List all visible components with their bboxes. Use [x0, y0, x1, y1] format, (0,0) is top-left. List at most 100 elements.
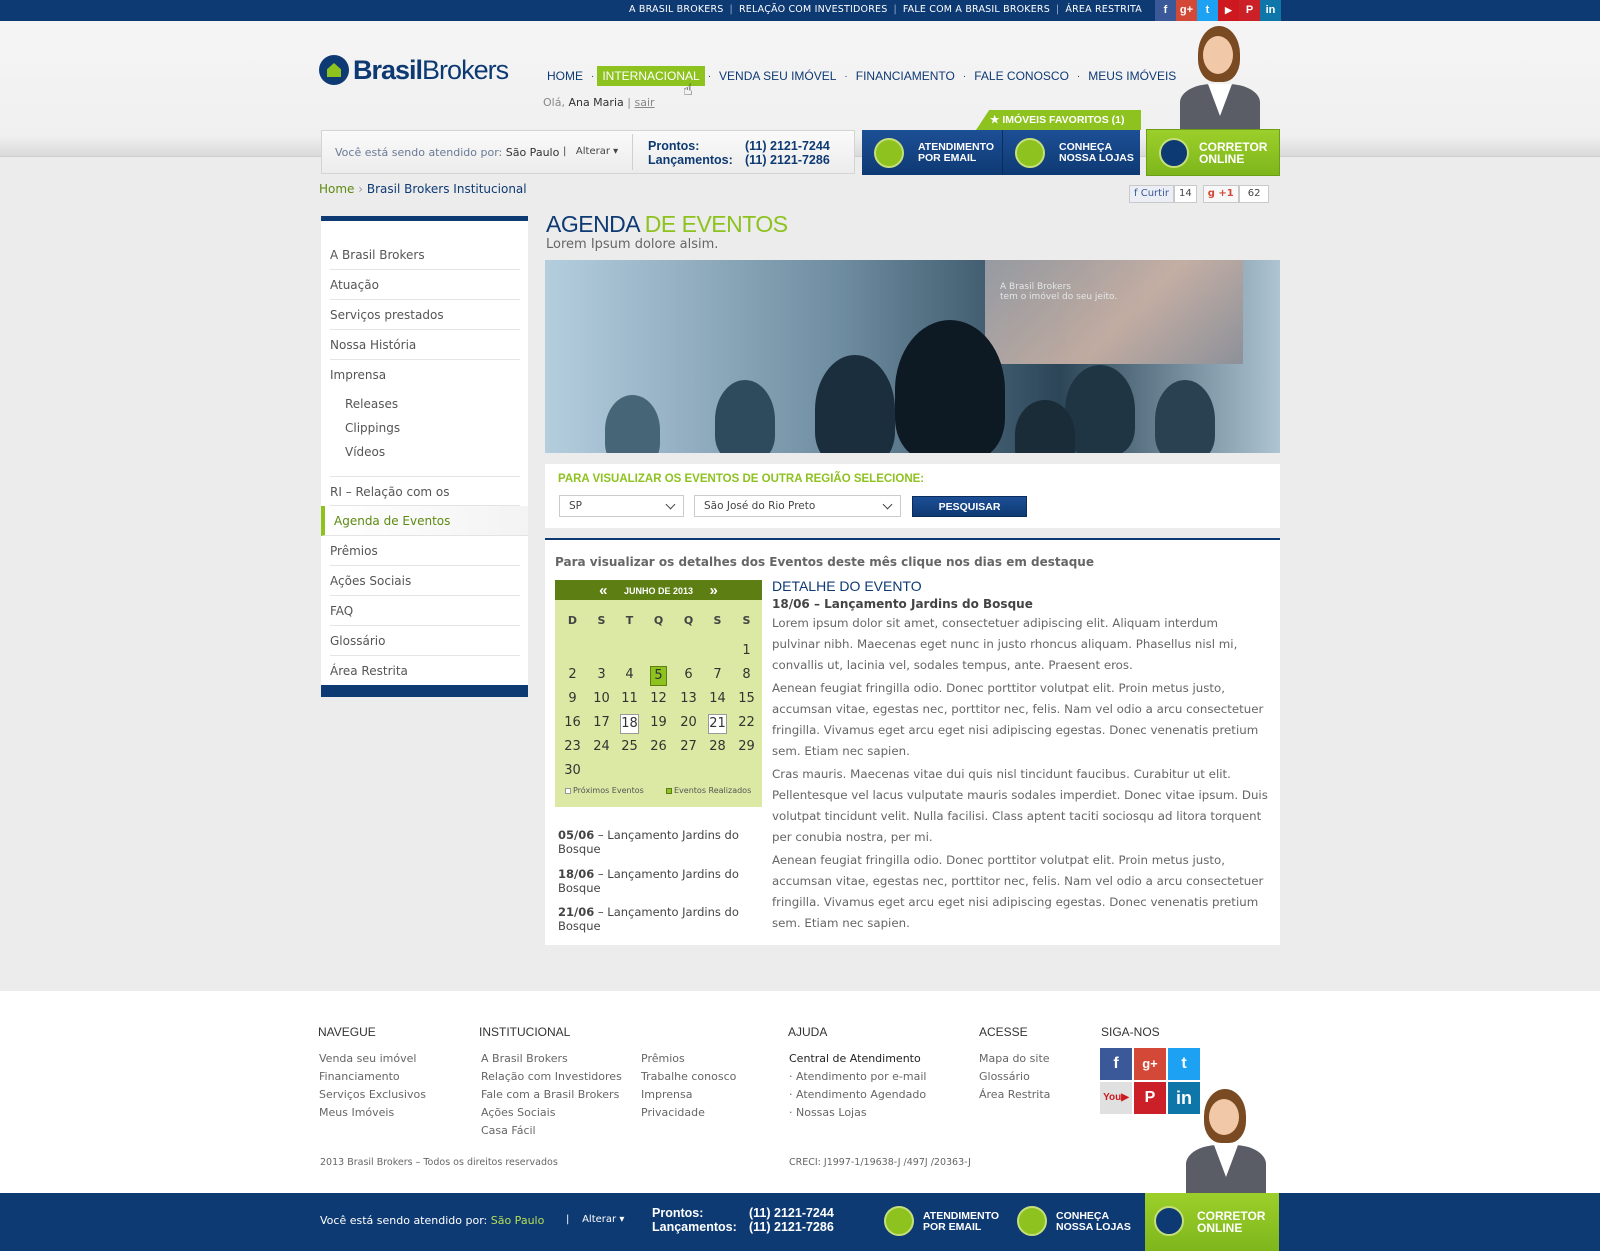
sidebar-item-acoes-sociais[interactable]: Ações Sociais: [330, 566, 520, 596]
assistant-avatar: [1172, 22, 1272, 130]
sidebar-item-servicos[interactable]: Serviços prestados: [330, 300, 520, 330]
sidebar-item-a-brasil-brokers[interactable]: A Brasil Brokers: [330, 240, 520, 270]
footer-link[interactable]: Central de Atendimento: [789, 1050, 926, 1068]
nav-meus-imoveis[interactable]: MEUS IMÓVEIS: [1083, 66, 1181, 86]
sidebar-subitem-releases[interactable]: Releases: [345, 392, 398, 416]
bottom-change-city-dropdown[interactable]: | Alterar ▾: [566, 1214, 624, 1225]
sidebar-item-historia[interactable]: Nossa História: [330, 330, 520, 360]
sidebar-item-imprensa[interactable]: Imprensa: [330, 360, 520, 390]
prontos-phone[interactable]: (11) 2121-7244: [745, 139, 830, 153]
brand-logo[interactable]: Brasil Brokers: [319, 54, 509, 86]
favorites-tab[interactable]: ★ IMÓVEIS FAVORITOS (1): [976, 110, 1141, 130]
footer-link[interactable]: Glossário: [979, 1068, 1050, 1086]
footer-link[interactable]: A Brasil Brokers: [481, 1050, 622, 1068]
envelope-icon: [884, 1206, 914, 1236]
event-list-item[interactable]: 05/06 – Lançamento Jardins do Bosque: [558, 828, 753, 856]
pinterest-icon[interactable]: P: [1134, 1082, 1166, 1114]
nav-financiamento[interactable]: FINANCIAMENTO: [851, 66, 960, 86]
sidebar-subitem-clippings[interactable]: Clippings: [345, 416, 400, 440]
state-select[interactable]: SP: [559, 495, 684, 517]
google-plus-icon[interactable]: g+: [1134, 1048, 1166, 1080]
footer-link[interactable]: Serviços Exclusivos: [319, 1086, 426, 1104]
nav-fale-conosco[interactable]: FALE CONOSCO: [969, 66, 1074, 86]
footer-link[interactable]: Mapa do site: [979, 1050, 1050, 1068]
assistant-avatar: [1178, 1085, 1278, 1193]
calendar-day-upcoming[interactable]: 21: [703, 714, 732, 734]
footer-link[interactable]: Venda seu imóvel: [319, 1050, 426, 1068]
change-city-dropdown[interactable]: | Alterar ▾: [563, 146, 618, 157]
bottom-phones-block: Prontos: (11) 2121-7244 Lançamentos: (11) …: [652, 1206, 834, 1234]
event-detail-paragraph: Aenean feugiat fringilla odio. Donec por…: [772, 853, 1264, 930]
footer-link[interactable]: Ações Sociais: [481, 1104, 622, 1122]
event-list-item[interactable]: 21/06 – Lançamento Jardins do Bosque: [558, 905, 753, 933]
top-link-investidores[interactable]: RELAÇÃO COM INVESTIDORES: [739, 4, 888, 15]
sidebar-item-premios[interactable]: Prêmios: [330, 536, 520, 566]
calendar-prev-icon[interactable]: «: [599, 582, 607, 599]
online-broker-button[interactable]: CORRETOR ONLINE: [1146, 129, 1280, 176]
calendar-day: 17: [593, 715, 610, 730]
logout-link[interactable]: sair: [634, 96, 654, 109]
footer-link[interactable]: · Atendimento por e-mail: [789, 1068, 926, 1086]
sidebar-item-atuacao[interactable]: Atuação: [330, 270, 520, 300]
twitter-icon[interactable]: t: [1168, 1048, 1200, 1080]
sidebar-item-agenda-eventos[interactable]: Agenda de Eventos: [321, 506, 528, 536]
youtube-icon[interactable]: You▶: [1100, 1082, 1132, 1114]
footer-link[interactable]: Imprensa: [641, 1086, 736, 1104]
copyright: 2013 Brasil Brokers – Todos os direitos …: [320, 1157, 558, 1168]
sidebar-item-ri[interactable]: RI – Relação com os Investidores: [330, 476, 520, 529]
email-support-button[interactable]: ATENDIMENTO POR EMAIL: [862, 130, 1003, 175]
footer-link[interactable]: Área Restrita: [979, 1086, 1050, 1104]
facebook-icon[interactable]: f: [1100, 1048, 1132, 1080]
calendar-weekday: S: [597, 614, 606, 627]
stores-button[interactable]: CONHEÇA NOSSA LOJAS: [1003, 130, 1140, 175]
sidebar-item-faq[interactable]: FAQ: [330, 596, 520, 626]
footer-link[interactable]: Prêmios: [641, 1050, 736, 1068]
lancamentos-phone[interactable]: (11) 2121-7286: [749, 1220, 834, 1234]
pinterest-icon[interactable]: P: [1239, 0, 1260, 21]
sidebar-item-glossario[interactable]: Glossário: [330, 626, 520, 656]
google-plus-button[interactable]: g +1: [1202, 185, 1239, 203]
twitter-icon[interactable]: t: [1197, 0, 1218, 21]
calendar-next-icon[interactable]: »: [710, 582, 718, 599]
calendar-day-realized[interactable]: 5: [644, 666, 673, 686]
top-link-fale[interactable]: FALE COM A BRASIL BROKERS: [903, 4, 1050, 15]
top-link-brasil-brokers[interactable]: A BRASIL BROKERS: [629, 4, 724, 15]
breadcrumb-home[interactable]: Home: [319, 182, 354, 196]
event-list-item[interactable]: 18/06 – Lançamento Jardins do Bosque: [558, 867, 753, 895]
realized-legend-swatch: [666, 787, 672, 794]
search-button[interactable]: PESQUISAR: [912, 496, 1027, 517]
sidebar-item-area-restrita[interactable]: Área Restrita: [330, 656, 520, 686]
footer-link[interactable]: · Nossas Lojas: [789, 1104, 926, 1122]
map-pin-icon: [1015, 138, 1045, 168]
calendar-day: 28: [709, 739, 726, 754]
facebook-like-button[interactable]: f Curtir: [1129, 185, 1174, 203]
bottom-stores-button[interactable]: CONHEÇA NOSSA LOJAS: [1006, 1197, 1140, 1245]
sidebar-subitem-videos[interactable]: Vídeos: [345, 440, 385, 464]
footer-link[interactable]: Fale com a Brasil Brokers: [481, 1086, 622, 1104]
footer-link[interactable]: Meus Imóveis: [319, 1104, 426, 1122]
linkedin-icon[interactable]: in: [1260, 0, 1281, 21]
footer-link[interactable]: Financiamento: [319, 1068, 426, 1086]
footer-link[interactable]: Relação com Investidores: [481, 1068, 622, 1086]
bottom-service-city: São Paulo: [490, 1214, 545, 1227]
city-select[interactable]: São José do Rio Preto: [694, 495, 901, 517]
footer-link[interactable]: Trabalhe conosco: [641, 1068, 736, 1086]
bottom-email-support-button[interactable]: ATENDIMENTO POR EMAIL: [873, 1197, 1001, 1245]
top-link-area-restrita[interactable]: ÁREA RESTRITA: [1065, 4, 1142, 15]
headset-icon: [1154, 1206, 1184, 1236]
map-pin-icon: [1017, 1206, 1047, 1236]
nav-venda-seu-imovel[interactable]: VENDA SEU IMÓVEL: [714, 66, 841, 86]
youtube-icon[interactable]: ▶: [1218, 0, 1239, 21]
calendar-day: 15: [738, 691, 755, 706]
bottom-online-broker-button[interactable]: CORRETOR ONLINE: [1145, 1193, 1279, 1251]
footer-link[interactable]: Casa Fácil: [481, 1122, 622, 1140]
nav-home[interactable]: HOME: [542, 66, 588, 86]
footer-link[interactable]: Privacidade: [641, 1104, 736, 1122]
lancamentos-phone[interactable]: (11) 2121-7286: [745, 153, 830, 167]
footer-link[interactable]: · Atendimento Agendado: [789, 1086, 926, 1104]
prontos-phone[interactable]: (11) 2121-7244: [749, 1206, 834, 1220]
breadcrumb: Home › Brasil Brokers Institucional: [319, 182, 527, 196]
google-plus-icon[interactable]: g+: [1176, 0, 1197, 21]
calendar-day-upcoming[interactable]: 18: [615, 714, 644, 734]
facebook-icon[interactable]: f: [1155, 0, 1176, 21]
